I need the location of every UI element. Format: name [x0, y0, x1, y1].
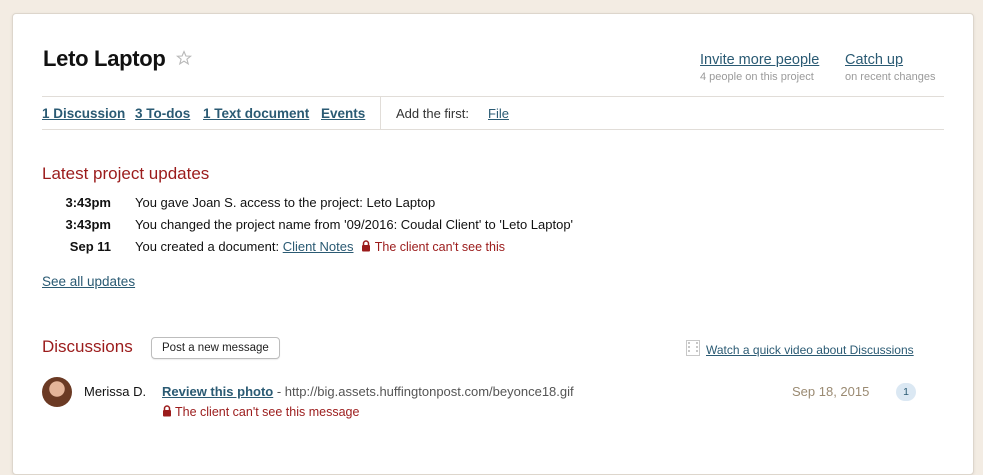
invite-subtext: 4 people on this project [700, 71, 814, 83]
nav-todos-link[interactable]: 3 To-dos [135, 106, 190, 121]
discussion-subject-link[interactable]: Review this photo [162, 384, 273, 399]
lock-icon [162, 404, 172, 422]
invite-block: Invite more people 4 people on this proj… [700, 52, 819, 83]
discussion-excerpt: - http://big.assets.huffingtonpost.com/b… [273, 384, 574, 399]
add-file-link[interactable]: File [488, 106, 509, 121]
discussion-author: Merissa D. [84, 384, 147, 399]
discussion-row: Review this photo - http://big.assets.hu… [162, 384, 574, 399]
nav-events-link[interactable]: Events [321, 106, 365, 121]
update-item: You created a document: Client Notes The… [135, 239, 505, 255]
nav-top-divider [42, 96, 944, 97]
see-all-updates-link[interactable]: See all updates [42, 274, 135, 289]
project-card: Leto Laptop Invite more people 4 people … [12, 13, 974, 475]
avatar [42, 377, 72, 407]
updates-heading: Latest project updates [42, 164, 210, 183]
nav-text-document-link[interactable]: 1 Text document [203, 106, 309, 121]
nav-discussions-link[interactable]: 1 Discussion [42, 106, 125, 121]
post-message-button[interactable]: Post a new message [151, 337, 280, 359]
discussion-privacy: The client can't see this message [162, 403, 359, 422]
update-time: Sep 11 [69, 239, 111, 254]
add-first-label: Add the first: [396, 106, 469, 121]
film-icon [686, 340, 700, 361]
update-time: 3:43pm [65, 217, 111, 232]
catch-up-link[interactable]: Catch up [845, 52, 936, 68]
watch-video-link[interactable]: Watch a quick video about Discussions [706, 343, 914, 357]
update-text: You gave Joan S. access to the project: … [135, 195, 436, 210]
project-title: Leto Laptop [43, 46, 166, 71]
update-text: You created a document: [135, 239, 283, 254]
client-notes-link[interactable]: Client Notes [283, 239, 354, 254]
catchup-subtext: on recent changes [845, 71, 936, 83]
catchup-block: Catch up on recent changes [845, 52, 936, 83]
invite-people-link[interactable]: Invite more people [700, 52, 819, 68]
privacy-note: The client can't see this [374, 240, 505, 254]
update-time: 3:43pm [65, 195, 111, 210]
update-text: You changed the project name from '09/20… [135, 217, 574, 232]
discussions-heading: Discussions [42, 337, 133, 356]
privacy-note: The client can't see this message [175, 405, 360, 419]
discussion-date: Sep 18, 2015 [792, 384, 870, 399]
nav-bottom-divider [42, 129, 944, 130]
nav-separator [380, 97, 381, 129]
comment-count-badge[interactable]: 1 [896, 383, 916, 401]
star-icon[interactable] [175, 50, 193, 71]
lock-icon [361, 240, 371, 255]
